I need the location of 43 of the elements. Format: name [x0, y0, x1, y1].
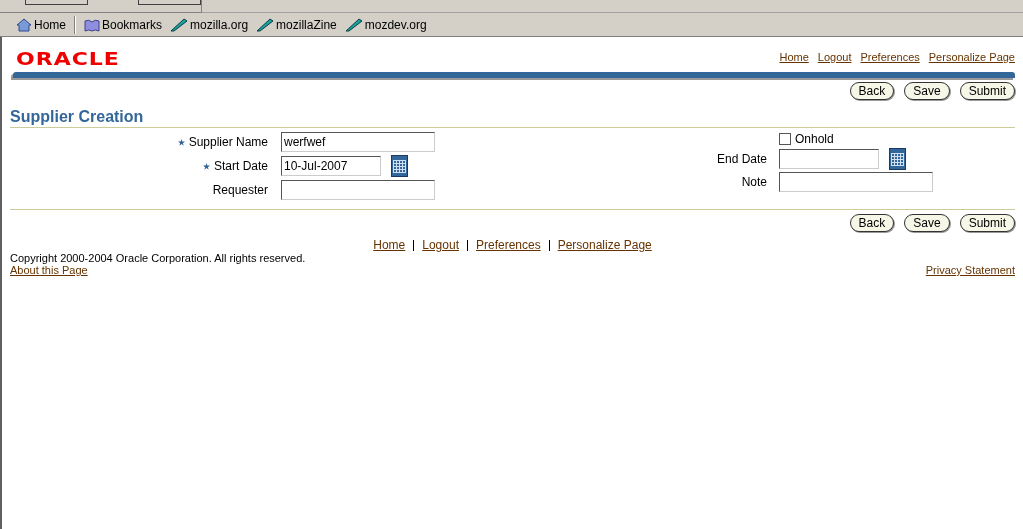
- about-link[interactable]: About this Page: [10, 264, 306, 276]
- privacy-link[interactable]: Privacy Statement: [925, 264, 1015, 276]
- pen-icon: [256, 17, 275, 32]
- field-label: End Date: [716, 152, 767, 166]
- book-icon: [84, 17, 100, 32]
- bookmark-link[interactable]: mozillaZine: [256, 17, 337, 32]
- bookmark-link[interactable]: Home: [16, 17, 66, 32]
- global-link[interactable]: Home: [779, 51, 809, 63]
- action-button[interactable]: Back: [849, 214, 895, 232]
- bookmark-link[interactable]: mozdev.org: [344, 17, 427, 32]
- footer-link[interactable]: Home: [373, 238, 406, 252]
- bookmark-link[interactable]: mozilla.org: [170, 17, 249, 32]
- text-field[interactable]: werfwef: [281, 132, 435, 152]
- logo: ORACLE: [16, 48, 120, 69]
- action-button[interactable]: Submit: [959, 214, 1015, 232]
- footer-link[interactable]: Preferences: [475, 238, 541, 252]
- global-link[interactable]: Preferences: [860, 51, 920, 63]
- date-field[interactable]: 10-Jul-2007: [281, 156, 381, 176]
- checkbox-label: Onhold: [795, 132, 834, 146]
- copyright-text: Copyright 2000-2004 Oracle Corporation. All rights reserved.: [10, 252, 306, 264]
- action-button[interactable]: Save: [904, 82, 950, 100]
- field-label: Note: [741, 175, 767, 189]
- text-field[interactable]: [281, 180, 435, 200]
- footer-link[interactable]: Personalize Page: [557, 238, 652, 252]
- pen-icon: [344, 17, 363, 32]
- date-field[interactable]: [779, 149, 879, 169]
- action-button[interactable]: Back: [849, 82, 895, 100]
- text-field[interactable]: [779, 172, 933, 192]
- global-link[interactable]: Logout: [817, 51, 852, 63]
- field-label: Start Date: [213, 159, 268, 173]
- field-label: Supplier Name: [188, 135, 268, 149]
- pen-icon: [170, 17, 189, 32]
- checkbox[interactable]: [779, 133, 791, 145]
- action-button[interactable]: Submit: [959, 82, 1015, 100]
- bookmark-link[interactable]: Bookmarks: [84, 17, 163, 32]
- calendar-icon[interactable]: [391, 155, 408, 177]
- page-title: Supplier Creation: [10, 108, 1015, 128]
- footer-link[interactable]: Logout: [422, 238, 459, 252]
- house-icon: [16, 17, 32, 32]
- action-button[interactable]: Save: [904, 214, 950, 232]
- field-label: Requester: [212, 183, 268, 197]
- global-link[interactable]: Personalize Page: [928, 51, 1015, 63]
- calendar-icon[interactable]: [889, 148, 906, 170]
